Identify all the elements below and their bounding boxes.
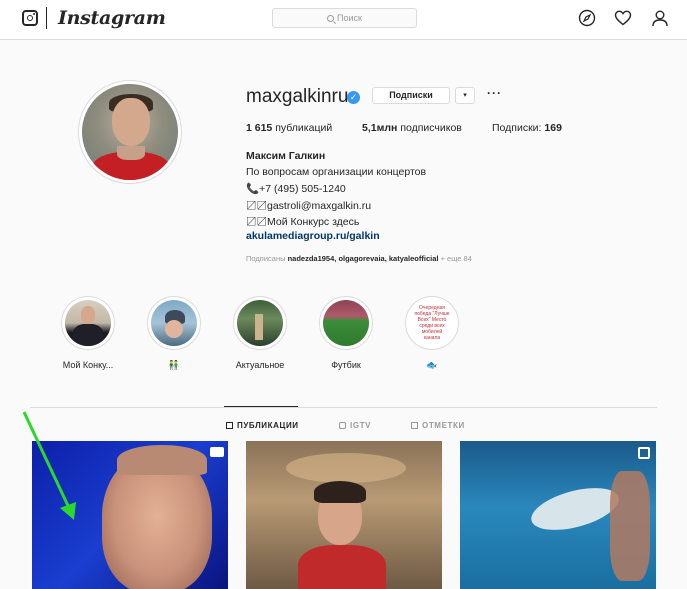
instagram-logo[interactable]: Instagram bbox=[58, 7, 166, 29]
post-thumbnail-3[interactable] bbox=[460, 441, 656, 589]
followed-by-text[interactable]: Подписаны nadezda1954, olgagorevaia, kat… bbox=[246, 254, 472, 263]
posts-label: публикаций bbox=[275, 122, 333, 134]
tab-posts-label: ПУБЛИКАЦИИ bbox=[237, 421, 299, 430]
profile-icon[interactable] bbox=[651, 9, 669, 27]
highlight-label-1: Мой Конку... bbox=[62, 360, 114, 370]
profile-avatar[interactable] bbox=[78, 80, 182, 184]
explore-icon[interactable] bbox=[578, 9, 596, 27]
subscriptions-button[interactable]: Подписки bbox=[372, 87, 450, 104]
bio-line-1: По вопросам организации концертов bbox=[246, 166, 427, 178]
highlight-3[interactable] bbox=[233, 296, 287, 350]
highlight-2[interactable] bbox=[147, 296, 201, 350]
top-navigation-bar: Instagram Поиск bbox=[0, 0, 687, 40]
post-thumbnail-2[interactable] bbox=[246, 441, 442, 589]
dropdown-button[interactable]: ▾ bbox=[455, 87, 475, 104]
following-stat[interactable]: Подписки: 169 bbox=[492, 122, 562, 134]
tab-igtv[interactable]: IGTV bbox=[339, 421, 371, 430]
posts-stat: 1 615 публикаций bbox=[246, 122, 332, 134]
bio-link[interactable]: akulamediagroup.ru/galkin bbox=[246, 230, 380, 242]
following-label: Подписки: bbox=[492, 122, 542, 134]
annotation-arrow-icon bbox=[22, 411, 76, 520]
highlight-label-2: 👬 bbox=[168, 360, 180, 370]
igtv-icon bbox=[339, 422, 346, 429]
search-placeholder: Поиск bbox=[337, 13, 362, 23]
bio-line-3: 〼〼gastroli@maxgalkin.ru bbox=[246, 200, 372, 212]
highlight-label-5: 🐟 bbox=[426, 360, 438, 370]
highlight-label-4: Футбик bbox=[331, 360, 361, 370]
posts-count: 1 615 bbox=[246, 122, 273, 134]
tab-tagged[interactable]: ОТМЕТКИ bbox=[411, 421, 465, 430]
grid-icon bbox=[226, 422, 233, 429]
instagram-camera-icon[interactable] bbox=[22, 10, 38, 26]
more-options-icon[interactable]: ··· bbox=[487, 86, 502, 100]
followers-stat[interactable]: 5,1млн подписчиков bbox=[362, 122, 462, 134]
tabs-divider bbox=[30, 407, 657, 408]
highlight-1[interactable] bbox=[61, 296, 115, 350]
followed-by-more: + еще 84 bbox=[440, 254, 472, 263]
bio-line-4: 〼〼Мой Конкурс здесь bbox=[246, 216, 360, 228]
followed-by-prefix: Подписаны bbox=[246, 254, 286, 263]
tagged-icon bbox=[411, 422, 418, 429]
verified-badge-icon: ✓ bbox=[347, 91, 360, 104]
tab-tagged-label: ОТМЕТКИ bbox=[422, 421, 465, 430]
active-tab-indicator bbox=[224, 406, 298, 407]
heart-icon[interactable] bbox=[614, 9, 632, 27]
profile-username: maxgalkinru bbox=[246, 86, 349, 107]
bio-name: Максим Галкин bbox=[246, 150, 326, 162]
search-input[interactable]: Поиск bbox=[272, 8, 417, 28]
followers-label: подписчиков bbox=[400, 122, 462, 134]
followed-by-users: nadezda1954, olgagorevaia, katyaleoffici… bbox=[287, 254, 439, 263]
highlight-5-text: Очередная победа "Лучше Всех" Место сред… bbox=[414, 305, 450, 341]
logo-divider bbox=[46, 7, 47, 29]
following-count: 169 bbox=[544, 122, 562, 134]
search-icon bbox=[327, 14, 335, 22]
highlight-label-3: Актуальное bbox=[235, 360, 285, 370]
followers-count: 5,1млн bbox=[362, 122, 398, 134]
video-icon bbox=[210, 447, 224, 457]
tab-igtv-label: IGTV bbox=[350, 421, 372, 430]
carousel-icon bbox=[638, 447, 650, 459]
highlight-5[interactable]: Очередная победа "Лучше Всех" Место сред… bbox=[405, 296, 459, 350]
highlight-4[interactable] bbox=[319, 296, 373, 350]
tab-posts[interactable]: ПУБЛИКАЦИИ bbox=[226, 421, 299, 430]
bio-line-2: 📞+7 (495) 505-1240 bbox=[246, 183, 346, 195]
